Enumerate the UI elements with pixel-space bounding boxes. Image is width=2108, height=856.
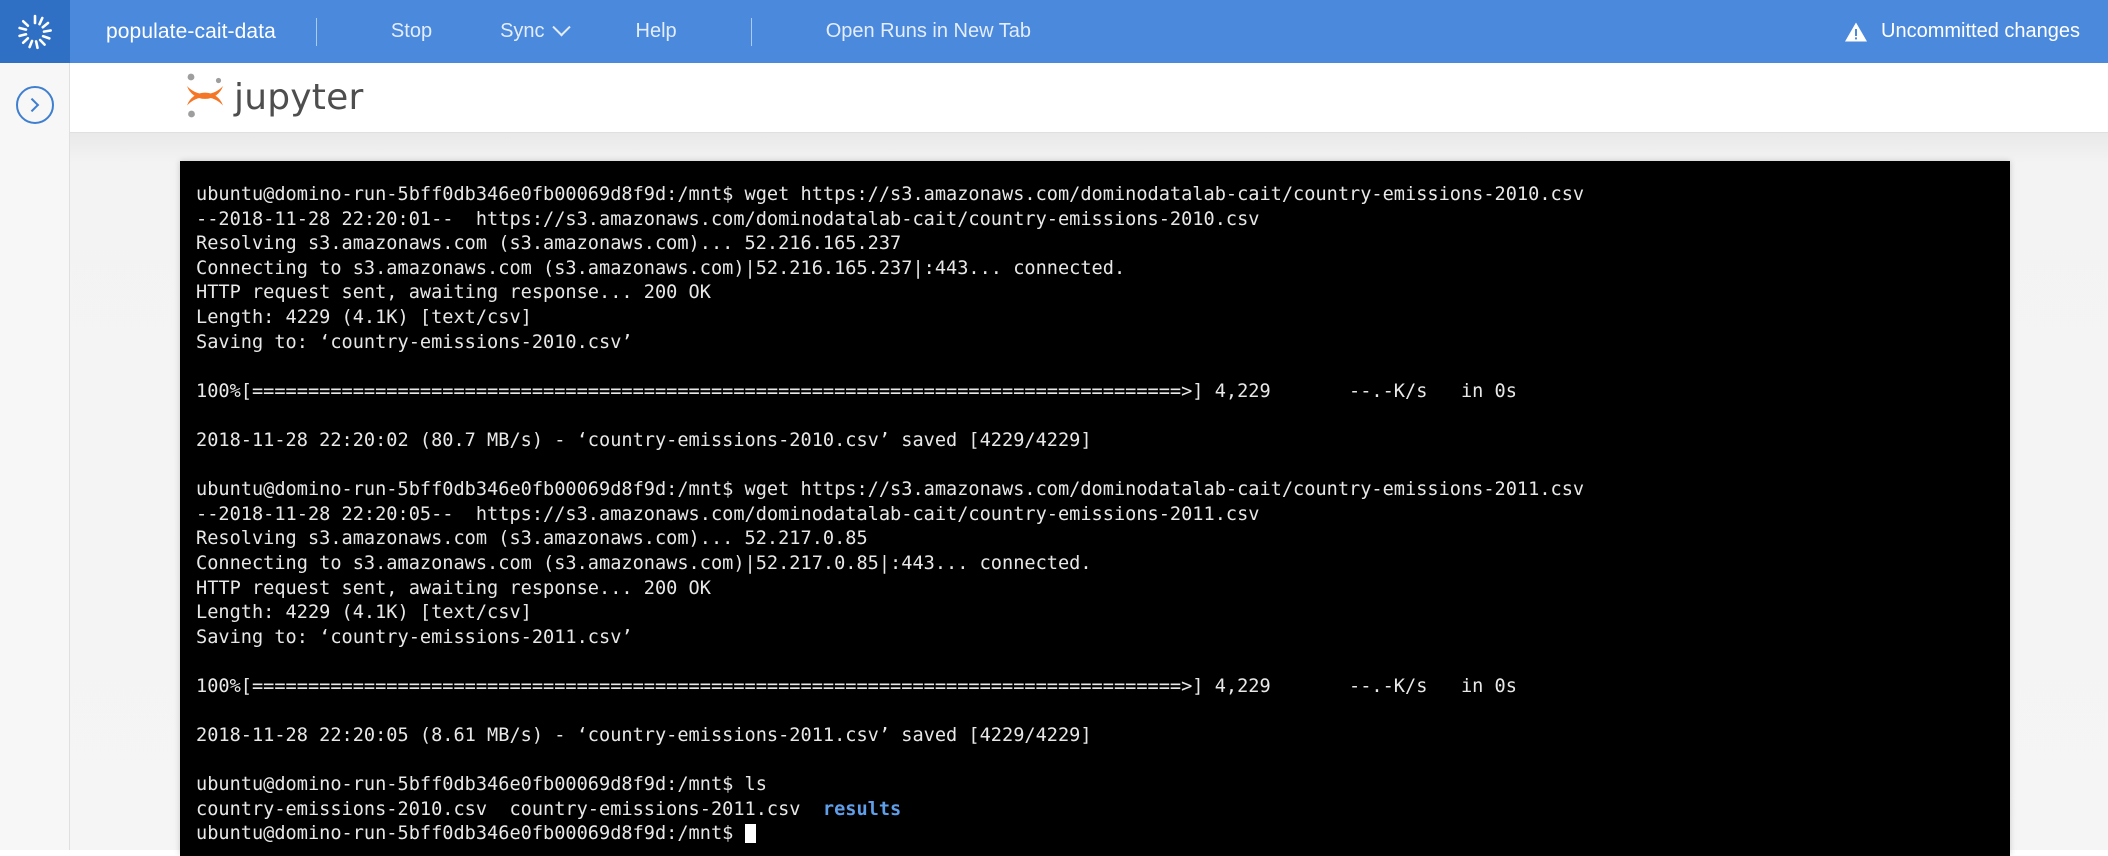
domino-sunburst-icon [14,11,56,53]
nav-divider-1 [315,17,317,46]
ls-directory: results [822,798,902,820]
ls-files: country-emissions-2010.csv country-emiss… [196,798,823,820]
chevron-right-glyph [25,97,40,113]
domino-logo-button[interactable] [0,0,70,63]
terminal-output-panel[interactable]: ubuntu@domino-run-5bff0db346e0fb00069d8f… [180,161,2010,856]
terminal-line: Saving to: ‘country-emissions-2010.csv’ [196,331,633,353]
jupyter-logo-icon [180,67,230,128]
project-title[interactable]: populate-cait-data [70,20,276,44]
terminal-line-ls-output: country-emissions-2010.csv country-emiss… [196,798,2010,823]
terminal-line: 2018-11-28 22:20:05 (8.61 MB/s) - ‘count… [196,725,1092,747]
terminal-line: ubuntu@domino-run-5bff0db346e0fb00069d8f… [196,184,1585,205]
terminal-line: ubuntu@domino-run-5bff0db346e0fb00069d8f… [196,479,1585,501]
terminal-line: Connecting to s3.amazonaws.com (s3.amazo… [196,552,1092,574]
help-label: Help [635,20,677,42]
terminal-line: HTTP request sent, awaiting response... … [196,282,711,304]
warning-triangle-icon [1844,21,1868,43]
terminal-line: --2018-11-28 22:20:05-- https://s3.amazo… [196,503,1260,525]
jupyter-logo-link[interactable]: jupyter [180,67,363,128]
help-button[interactable]: Help [602,20,711,43]
terminal-prompt-line: ubuntu@domino-run-5bff0db346e0fb00069d8f… [196,822,2010,847]
jupyter-wordmark: jupyter [234,77,364,118]
terminal-line: Resolving s3.amazonaws.com (s3.amazonaws… [196,528,868,550]
terminal-line: 100%[===================================… [196,675,1517,697]
stop-button[interactable]: Stop [357,20,466,43]
jupyter-header: jupyter [70,63,2108,133]
uncommitted-changes-status[interactable]: Uncommitted changes [1844,20,2108,43]
terminal-line: --2018-11-28 22:20:01-- https://s3.amazo… [196,208,1260,230]
terminal-cursor [744,824,756,844]
terminal-line: Saving to: ‘country-emissions-2011.csv’ [196,626,633,648]
sync-label: Sync [500,20,545,42]
open-runs-label: Open Runs in New Tab [825,20,1031,42]
notebook-content-area: ubuntu@domino-run-5bff0db346e0fb00069d8f… [70,133,2108,856]
chevron-down-icon [551,18,571,37]
top-navigation-bar: populate-cait-data Stop Sync Help Open R… [0,0,2108,63]
terminal-line: ubuntu@domino-run-5bff0db346e0fb00069d8f… [196,774,767,796]
terminal-line: Resolving s3.amazonaws.com (s3.amazonaws… [196,233,902,255]
nav-divider-2 [750,17,752,46]
terminal-prompt: ubuntu@domino-run-5bff0db346e0fb00069d8f… [196,823,745,845]
sync-menu[interactable]: Sync [466,18,601,43]
terminal-line: Length: 4229 (4.1K) [text/csv] [196,306,532,328]
stop-label: Stop [390,20,433,42]
terminal-line: HTTP request sent, awaiting response... … [196,577,711,599]
terminal-line: Connecting to s3.amazonaws.com (s3.amazo… [196,257,1126,279]
terminal-line: 2018-11-28 22:20:02 (80.7 MB/s) - ‘count… [196,429,1092,451]
terminal-line: 100%[===================================… [196,380,1517,402]
open-runs-in-new-tab-link[interactable]: Open Runs in New Tab [792,20,1065,43]
left-rail [0,63,70,850]
terminal-line: Length: 4229 (4.1K) [text/csv] [196,602,532,624]
uncommitted-changes-label: Uncommitted changes [1881,20,2080,42]
chevron-right-circle-icon[interactable] [16,86,54,124]
